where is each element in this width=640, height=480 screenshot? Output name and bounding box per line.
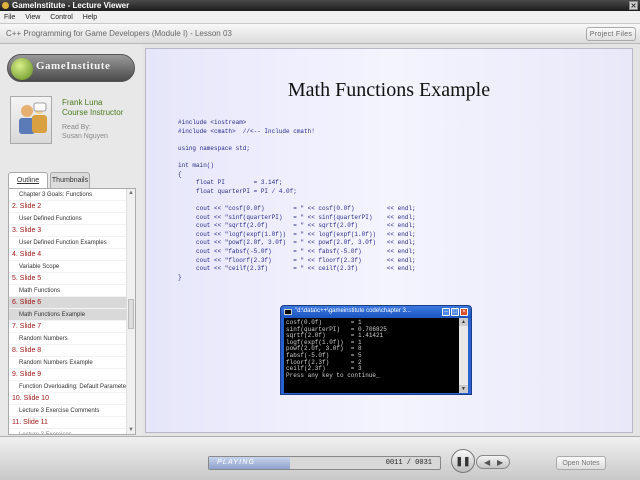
outline-slide-item[interactable]: 3. Slide 3 [9, 225, 127, 237]
next-icon[interactable]: ▶ [497, 457, 503, 468]
outline-slide-item[interactable]: 8. Slide 8 [9, 345, 127, 357]
outline-topic-item[interactable]: Function Overloading; Default Parameters [9, 381, 127, 393]
progress-bar[interactable]: PLAYING 0011 / 0031 [208, 456, 441, 470]
scroll-thumb[interactable] [128, 299, 134, 329]
outline-slide-item[interactable]: 4. Slide 4 [9, 249, 127, 261]
app-icon [2, 2, 9, 9]
outline-topic-item[interactable]: Random Numbers [9, 333, 127, 345]
outline-tabs: Outline Thumbnails [8, 172, 138, 188]
console-icon [284, 309, 292, 315]
console-scroll-up-icon[interactable]: ▲ [459, 318, 468, 326]
lecture-viewer-window: GameInstitute - Lecture Viewer ✕ File Vi… [0, 0, 640, 480]
maximize-button[interactable]: □ [451, 308, 459, 316]
playback-time: 0011 / 0031 [385, 459, 432, 467]
menu-view[interactable]: View [21, 11, 44, 24]
console-output: cosf(0.0f) = 1 sinf(quarterPI) = 0.70682… [284, 318, 460, 393]
player-bar: PLAYING 0011 / 0031 ❚❚ ◀ ▶ Open Notes [0, 436, 640, 480]
console-title-bar: "d:\data\c++\gameinstitute code\chapter … [281, 306, 471, 318]
outline-slide-item[interactable]: 10. Slide 10 [9, 393, 127, 405]
open-notes-button[interactable]: Open Notes [556, 456, 606, 470]
outline-slide-item[interactable]: 9. Slide 9 [9, 369, 127, 381]
outline-slide-item[interactable]: 11. Slide 11 [9, 417, 127, 429]
minimize-button[interactable]: – [442, 308, 450, 316]
outline-slide-item[interactable]: 5. Slide 5 [9, 273, 127, 285]
outline-scrollbar[interactable]: ▲ ▼ [126, 189, 135, 434]
instructor-role: Course Instructor [62, 108, 124, 117]
left-panel: GameInstitute Frank Luna Course Instruct… [0, 44, 143, 435]
scroll-down-icon[interactable]: ▼ [127, 426, 135, 434]
outline-items: Chapter 3 Goals: Functions 2. Slide 2 User… [9, 189, 127, 434]
outline-topic-item[interactable]: Variable Scope [9, 261, 127, 273]
slide-area: Math Functions Example #include <iostrea… [145, 48, 633, 433]
outline-topic-item[interactable]: Random Numbers Example [9, 357, 127, 369]
close-button[interactable]: ✕ [629, 1, 638, 10]
previous-icon[interactable]: ◀ [484, 457, 490, 468]
logo-text: GameInstitute [36, 60, 111, 72]
console-title: "d:\data\c++\gameinstitute code\chapter … [295, 308, 411, 314]
outline-topic-item[interactable]: Chapter 3 Goals: Functions [9, 189, 127, 201]
outline-slide-item[interactable]: 2. Slide 2 [9, 201, 127, 213]
outline-topic-item[interactable]: User Defined Function Examples [9, 237, 127, 249]
slide-title: Math Functions Example [287, 79, 491, 101]
playback-status: PLAYING [217, 459, 256, 466]
pause-button[interactable]: ❚❚ [451, 449, 475, 473]
outline-slide-item[interactable]: 6. Slide 6 [9, 297, 127, 309]
outline-list: Chapter 3 Goals: Functions 2. Slide 2 User… [8, 188, 136, 435]
course-title: C++ Programming for Game Developers (Mod… [6, 29, 232, 38]
menu-bar: File View Control Help [0, 11, 640, 24]
project-files-button[interactable]: Project Files [586, 27, 636, 41]
outline-topic-item[interactable]: Math Functions Example [9, 309, 127, 321]
globe-icon [11, 58, 33, 80]
console-text: cosf(0.0f) = 1 sinf(quarterPI) = 0.70682… [286, 319, 387, 379]
slide-nav: ◀ ▶ [476, 455, 510, 469]
menu-help[interactable]: Help [79, 11, 101, 24]
console-window: "d:\data\c++\gameinstitute code\chapter … [280, 305, 472, 395]
outline-topic-item[interactable]: Math Functions [9, 285, 127, 297]
outline-topic-item[interactable]: User Defined Functions [9, 213, 127, 225]
tab-outline[interactable]: Outline [8, 172, 48, 188]
window-title: GameInstitute - Lecture Viewer [12, 1, 130, 10]
gameinstitute-logo: GameInstitute [7, 54, 135, 82]
menu-file[interactable]: File [0, 11, 19, 24]
console-scrollbar[interactable]: ▲ ▼ [459, 318, 468, 393]
code-listing: #include <iostream> #include <cmath> //<… [178, 119, 416, 281]
instructor-avatar [10, 96, 52, 144]
outline-topic-item[interactable]: Lecture 3 Exercises [9, 429, 127, 434]
instructor-name: Frank Luna [62, 98, 103, 107]
read-by-label: Read By: [62, 124, 91, 131]
console-scroll-down-icon[interactable]: ▼ [459, 385, 468, 393]
console-close-button[interactable]: × [460, 308, 468, 316]
scroll-up-icon[interactable]: ▲ [127, 189, 135, 197]
outline-slide-item[interactable]: 7. Slide 7 [9, 321, 127, 333]
instructor-icon [19, 102, 47, 134]
title-bar: GameInstitute - Lecture Viewer ✕ [0, 0, 640, 11]
course-header: C++ Programming for Game Developers (Mod… [0, 24, 640, 44]
menu-control[interactable]: Control [46, 11, 77, 24]
tab-thumbnails[interactable]: Thumbnails [50, 172, 90, 188]
reader-name: Susan Nguyen [62, 133, 108, 140]
outline-topic-item[interactable]: Lecture 3 Exercise Comments [9, 405, 127, 417]
